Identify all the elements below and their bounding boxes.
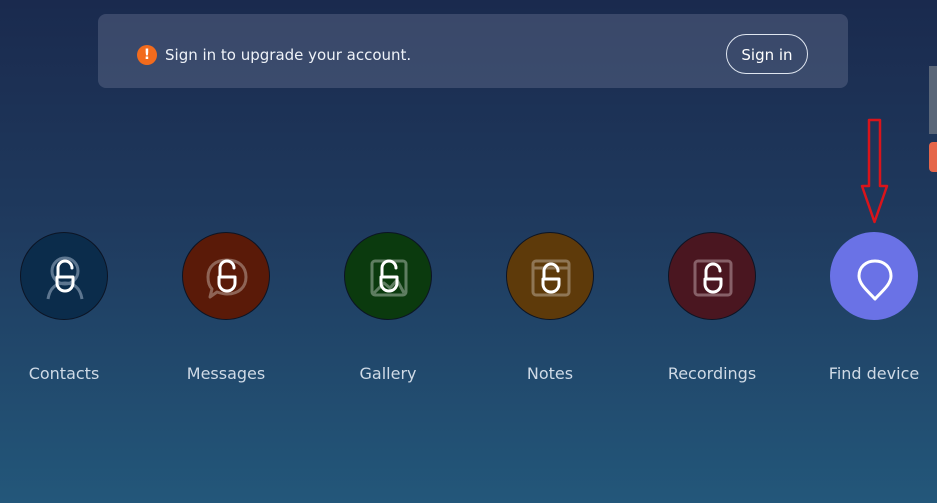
app-contacts[interactable]: Contacts (0, 232, 140, 392)
side-panel-tab[interactable] (929, 66, 937, 134)
side-feedback-tab[interactable] (929, 142, 937, 172)
contacts-app-icon (20, 232, 108, 320)
app-label-contacts: Contacts (28, 364, 100, 383)
app-label-gallery: Gallery (359, 364, 417, 383)
app-messages[interactable]: Messages (152, 232, 302, 392)
messages-app-icon (182, 232, 270, 320)
messages-lock-icon (206, 258, 248, 299)
gallery-app-icon (344, 232, 432, 320)
app-label-notes: Notes (526, 364, 574, 383)
find-device-app-icon (830, 232, 918, 320)
app-grid: Contacts Messages Gallery Notes Recordin… (0, 232, 937, 392)
app-label-find-device: Find device (828, 364, 920, 383)
warning-icon: ! (137, 45, 157, 65)
app-find-device[interactable]: Find device (800, 232, 937, 392)
gallery-lock-icon (370, 259, 408, 297)
recordings-lock-icon (693, 259, 733, 297)
recordings-app-icon (668, 232, 756, 320)
app-recordings[interactable]: Recordings (638, 232, 788, 392)
app-label-recordings: Recordings (667, 364, 757, 383)
app-label-messages: Messages (186, 364, 266, 383)
banner-message: Sign in to upgrade your account. (165, 46, 412, 64)
app-notes[interactable]: Notes (476, 232, 626, 392)
contacts-lock-icon (46, 256, 84, 300)
notes-app-icon (506, 232, 594, 320)
location-pin-icon (857, 259, 893, 301)
sign-in-banner: ! Sign in to upgrade your account. Sign … (98, 14, 848, 88)
annotation-arrow-down-icon (860, 118, 889, 224)
sign-in-button[interactable]: Sign in (726, 34, 808, 74)
app-gallery[interactable]: Gallery (314, 232, 464, 392)
notes-lock-icon (531, 259, 571, 297)
